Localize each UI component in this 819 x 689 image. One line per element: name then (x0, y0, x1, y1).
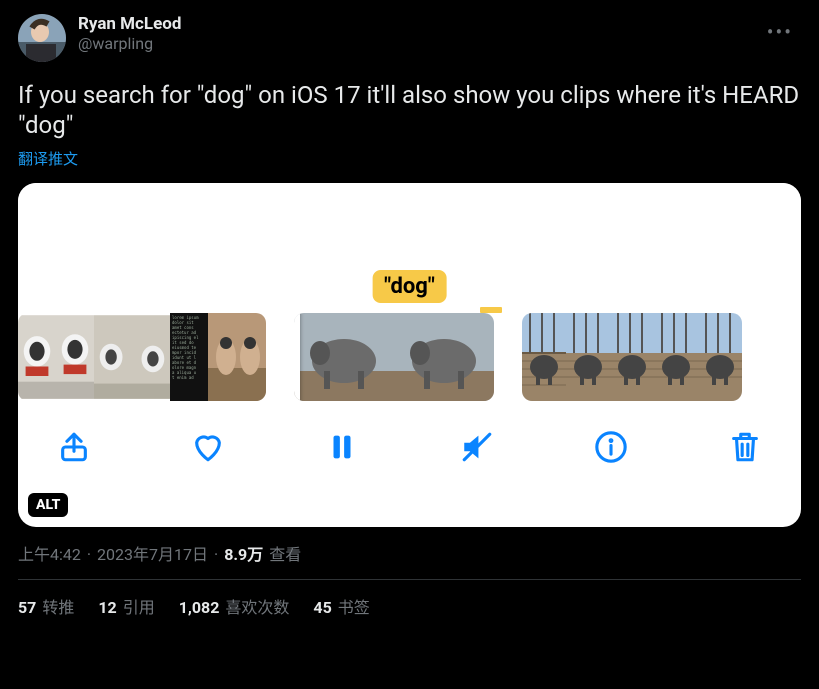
retweets-count: 57 (18, 598, 36, 617)
quotes-stat[interactable]: 12 引用 (98, 594, 154, 618)
pause-icon[interactable] (320, 425, 364, 469)
alt-badge[interactable]: ALT (28, 493, 68, 517)
retweets-label: 转推 (42, 598, 74, 617)
tweet-text: If you search for "dog" on iOS 17 it'll … (18, 80, 801, 140)
thumbnail-frame (566, 313, 610, 401)
clip-group-1[interactable]: lorem ipsumdolor sitamet consectetur adi… (18, 313, 266, 401)
info-icon[interactable] (589, 425, 633, 469)
tweet: Ryan McLeod @warpling ••• If you search … (0, 0, 819, 618)
translate-link[interactable]: 翻译推文 (18, 148, 801, 169)
media-card: "dog" lorem ipsumdolor sitamet co (18, 183, 801, 527)
likes-stat[interactable]: 1,082 喜欢次数 (179, 594, 290, 618)
thumbnail-frame (654, 313, 698, 401)
more-icon[interactable]: ••• (763, 16, 797, 48)
tweet-date[interactable]: 2023年7月17日 (97, 541, 208, 565)
quotes-label: 引用 (123, 598, 155, 617)
thumbnail-frame (394, 313, 494, 401)
thumbnail-frame (610, 313, 654, 401)
thumbnail-frame (18, 313, 56, 401)
views-label: 查看 (269, 541, 301, 565)
handle[interactable]: @warpling (78, 34, 181, 54)
retweets-stat[interactable]: 57 转推 (18, 594, 74, 618)
display-name[interactable]: Ryan McLeod (78, 14, 181, 34)
media-toolbar (18, 401, 801, 493)
thumbnail-frame (208, 313, 266, 401)
avatar[interactable] (18, 14, 66, 62)
stats-row: 57 转推 12 引用 1,082 喜欢次数 45 书签 (18, 594, 801, 618)
playhead[interactable] (294, 313, 300, 401)
meta-line: 上午4:42 · 2023年7月17日 · 8.9万 查看 (18, 541, 801, 565)
likes-count: 1,082 (179, 598, 220, 617)
bookmarks-label: 书签 (338, 598, 370, 617)
search-tag: "dog" (372, 270, 447, 303)
thumbnail-frame (56, 313, 94, 401)
thumbnail-frame (132, 313, 170, 401)
likes-label: 喜欢次数 (225, 598, 289, 617)
trash-icon[interactable] (723, 425, 767, 469)
bookmarks-stat[interactable]: 45 书签 (313, 594, 369, 618)
thumbnail-frame (698, 313, 742, 401)
mute-icon[interactable] (455, 425, 499, 469)
clip-group-2[interactable] (294, 313, 494, 401)
thumbnail-frame (94, 313, 132, 401)
timeline[interactable]: lorem ipsumdolor sitamet consectetur adi… (18, 313, 801, 401)
quotes-count: 12 (98, 598, 116, 617)
tweet-header: Ryan McLeod @warpling ••• (18, 14, 801, 62)
share-icon[interactable] (52, 425, 96, 469)
bookmarks-count: 45 (313, 598, 331, 617)
divider (18, 579, 801, 580)
views-count: 8.9万 (224, 541, 263, 565)
media-top: "dog" (18, 183, 801, 313)
thumbnail-frame (522, 313, 566, 401)
heart-icon[interactable] (186, 425, 230, 469)
thumbnail-frame (294, 313, 394, 401)
thumbnail-frame: lorem ipsumdolor sitamet consectetur adi… (170, 313, 208, 401)
separator: · (87, 545, 91, 564)
tweet-time[interactable]: 上午4:42 (18, 541, 81, 565)
separator: · (214, 545, 218, 564)
clip-group-3[interactable] (522, 313, 742, 401)
